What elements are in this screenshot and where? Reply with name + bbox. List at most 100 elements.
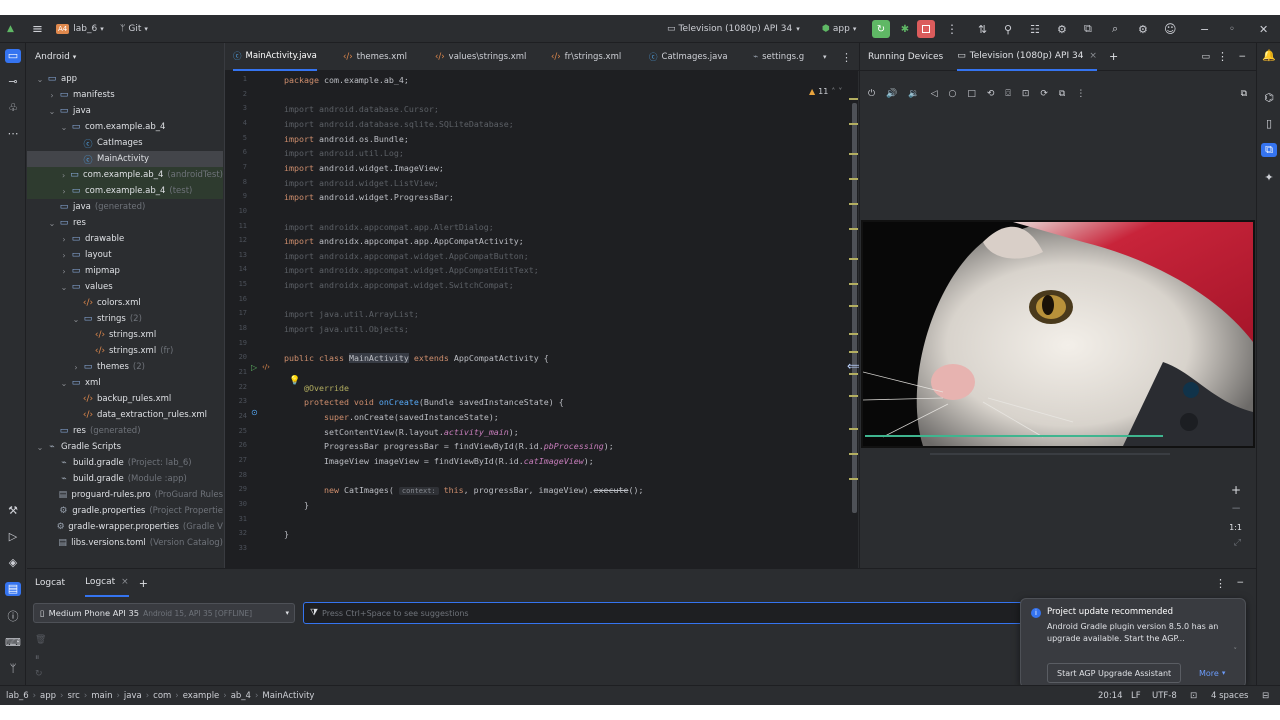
code-line[interactable]: } [284,498,309,512]
breadcrumb-item[interactable]: example [183,691,220,701]
tabs-more-icon[interactable]: ⋮ [841,43,852,71]
device-selector[interactable]: ▭ Television (1080p) API 34 ▾ [667,15,800,43]
running-devices-tool-icon[interactable]: ⧉ [1261,143,1277,157]
minimize-icon[interactable]: − [1200,15,1209,43]
restore-icon[interactable]: ◦ [1229,15,1235,43]
run-config-selector[interactable]: ⬢ app ▾ [822,15,856,43]
breadcrumb-item[interactable]: java [124,691,142,701]
rotate-icon[interactable]: ⟲ [987,89,995,99]
chevron-down-icon[interactable]: ⌄ [47,107,57,116]
git-tool-icon[interactable]: ᛘ [5,662,21,676]
run-tool-icon[interactable]: ▷ [5,530,21,544]
sync-gradle-icon[interactable]: ⇅ [978,15,987,43]
tree-item[interactable]: ⌄ ▭ strings (2) [27,311,223,327]
device-screen[interactable] [861,220,1255,448]
chevron-down-icon[interactable]: ⌄ [47,219,57,228]
tab-fr-strings[interactable]: ‹/› fr\strings.xml [551,43,621,71]
tab-themes[interactable]: ‹/› themes.xml [343,43,407,71]
overview-icon[interactable]: □ [967,89,976,99]
zoom-in-icon[interactable]: + [1231,483,1241,497]
tree-item[interactable]: ⌁ build.gradle (Module :app) [27,471,223,487]
chevron-down-icon[interactable]: ⌄ [59,123,69,132]
close-tab-icon[interactable]: × [1089,51,1097,61]
device-explorer-icon[interactable]: ▯ [1261,117,1277,131]
tree-item[interactable]: ⌄ ▭ res [27,215,223,231]
code-line[interactable]: super.onCreate(savedInstanceState); [284,410,499,424]
code-line[interactable]: @Override [284,381,349,395]
hide-panel-icon[interactable]: − [1238,52,1246,62]
more-actions-icon[interactable]: ⋮ [946,15,958,43]
breadcrumb-item[interactable]: main [91,691,112,701]
readonly-toggle-icon[interactable]: ⊡ [1190,691,1197,701]
tree-item[interactable]: ⚙ gradle-wrapper.properties (Gradle V [27,519,223,535]
tree-item[interactable]: ‹/› backup_rules.xml [27,391,223,407]
extended-controls-icon[interactable]: ⧉ [1059,89,1065,99]
run-gutter-icon[interactable]: ▷ [251,363,257,372]
tree-item[interactable]: ⌄ ▭ com.example.ab_4 [27,119,223,135]
device-tab[interactable]: ▭ Television (1080p) API 34 × [957,43,1097,71]
stop-button[interactable] [917,20,935,38]
tree-item[interactable]: ⌄ ▭ app [27,71,223,87]
terminal-tool-icon[interactable]: ⌨ [5,636,21,650]
chevron-right-icon[interactable]: › [59,187,69,196]
code-line[interactable]: import android.database.sqlite.SQLiteDat… [284,117,514,131]
restart-logcat-icon[interactable]: ↻ [35,669,43,679]
add-tab-icon[interactable]: + [139,577,148,590]
code-line[interactable]: import android.widget.ImageView; [284,161,444,175]
code-line[interactable]: import androidx.appcompat.widget.SwitchC… [284,278,514,292]
code-line[interactable]: ImageView imageView = findViewById(R.id.… [284,454,594,468]
apply-changes-button[interactable]: ↻ [872,20,890,38]
logcat-tool-icon[interactable]: ▤ [5,582,21,596]
tree-item[interactable]: ‹/› strings.xml [27,327,223,343]
code-line[interactable]: import android.util.Log; [284,146,404,160]
more-button[interactable]: More ▾ [1199,663,1225,683]
line-separator[interactable]: LF [1131,691,1141,701]
search-icon[interactable]: ⌕ [1112,15,1118,43]
resource-manager-icon[interactable]: ♧ [5,101,21,115]
breadcrumb-item[interactable]: MainActivity [262,691,314,701]
tree-item[interactable]: ‹/› colors.xml [27,295,223,311]
tree-item[interactable]: ▤ proguard-rules.pro (ProGuard Rules [27,487,223,503]
code-line[interactable]: ProgressBar progressBar = findViewById(R… [284,439,614,453]
tree-item[interactable]: ▤ libs.versions.toml (Version Catalog) [27,535,223,551]
chevron-right-icon[interactable]: › [59,267,69,276]
add-device-icon[interactable]: + [1109,50,1118,63]
code-area[interactable]: package com.example.ab_4;import android.… [284,71,819,568]
code-line[interactable]: package com.example.ab_4; [284,73,409,87]
code-line[interactable]: protected void onCreate(Bundle savedInst… [284,395,564,409]
code-line[interactable]: import android.widget.ProgressBar; [284,190,454,204]
tree-item[interactable]: › ▭ com.example.ab_4 (test) [27,183,223,199]
pause-icon[interactable]: ⏸ [35,653,40,663]
breadcrumb-item[interactable]: app [40,691,56,701]
start-agp-upgrade-button[interactable]: Start AGP Upgrade Assistant [1047,663,1182,683]
tab-settings-gradle[interactable]: ⌁ settings.g [753,43,804,71]
clear-logcat-icon[interactable]: 🗑 [35,635,46,645]
breadcrumb-item[interactable]: com [153,691,171,701]
tree-item[interactable]: ⌄ ⌁ Gradle Scripts [27,439,223,455]
volume-up-icon[interactable]: 🔊 [886,89,897,99]
caret-position[interactable]: 20:14 [1098,691,1123,701]
lock-icon[interactable]: ⊟ [1262,691,1269,701]
tree-item[interactable]: ▭ java (generated) [27,199,223,215]
project-switcher[interactable]: A4 lab_6 ▾ [56,15,104,43]
settings-icon[interactable]: ⚙ [1138,15,1148,43]
project-tool-icon[interactable]: ▭ [5,49,21,63]
layout-gutter-icon[interactable]: ‹/› [262,363,270,371]
screenshot-icon[interactable]: ⌼ [1005,89,1010,99]
chevron-right-icon[interactable]: › [47,91,57,100]
tree-item[interactable]: ⌁ build.gradle (Project: lab_6) [27,455,223,471]
code-line[interactable]: public class MainActivity extends AppCom… [284,351,549,365]
debug-button[interactable]: ✱ [896,20,914,38]
main-menu-icon[interactable]: ≡ [32,15,43,43]
tree-item[interactable]: ⚙ gradle.properties (Project Propertie [27,503,223,519]
tree-item[interactable]: › ▭ drawable [27,231,223,247]
breadcrumb-item[interactable]: src [67,691,79,701]
close-tab-icon[interactable]: × [121,577,129,587]
zoom-out-icon[interactable]: − [1231,501,1241,515]
zoom-actual-label[interactable]: 1:1 [1229,523,1242,532]
more-tools-icon[interactable]: ⋯ [5,127,21,141]
logcat-device-selector[interactable]: ▯ Medium Phone API 35 Android 15, API 35… [33,603,295,623]
more-options-icon[interactable]: ⋮ [1217,50,1228,63]
code-line[interactable]: import android.os.Bundle; [284,132,409,146]
breadcrumb-item[interactable]: ab_4 [231,691,251,701]
